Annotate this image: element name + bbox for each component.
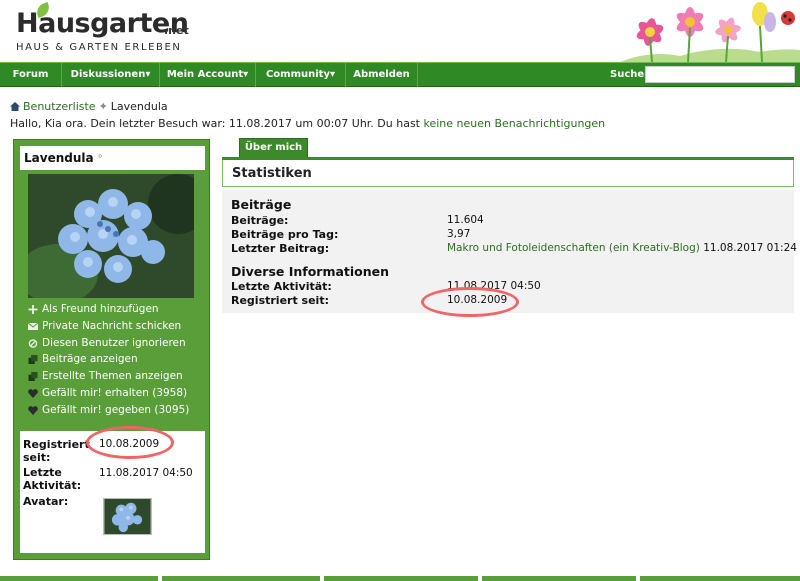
like-received-icon	[28, 389, 38, 398]
posts-count-label: Beiträge:	[231, 214, 289, 227]
nav-diskussionen-label: Diskussionen	[70, 69, 146, 80]
posts-per-day-value: 3,97	[447, 228, 471, 240]
nav-abmelden[interactable]: Abmelden	[346, 63, 418, 87]
likes-given-link[interactable]: Gefällt mir! gegeben (3095)	[26, 402, 206, 419]
registered-label: Registriert seit:	[23, 438, 90, 464]
nav-community[interactable]: Community▾	[256, 63, 346, 87]
action-label: Als Freund hinzufügen	[42, 303, 159, 315]
posts-icon	[28, 355, 38, 365]
nav-community-label: Community	[265, 69, 330, 80]
last-activity-label: Letzte Aktivität:	[23, 466, 82, 492]
profile-actions: Als Freund hinzufügen Private Nachricht …	[26, 301, 206, 419]
statistics-header: Statistiken	[222, 160, 794, 187]
greeting-text: Hallo, Kia ora. Dein letzter Besuch war:…	[10, 117, 424, 130]
action-label: Gefällt mir! erhalten (3958)	[42, 386, 188, 399]
online-status-icon: °	[97, 154, 103, 165]
action-label: Diesen Benutzer ignorieren	[42, 336, 186, 349]
show-posts-link[interactable]: Beiträge anzeigen	[26, 351, 206, 368]
registered-label: Registriert seit:	[231, 294, 329, 307]
avatar[interactable]	[103, 498, 152, 535]
logo-wordmark: Hausgarten	[16, 8, 189, 39]
breadcrumb-current: Lavendula	[110, 100, 168, 113]
like-given-icon	[28, 405, 38, 415]
nav-mein-account-label: Mein Account	[166, 69, 244, 80]
likes-received-link[interactable]: Gefällt mir! erhalten (3958)	[26, 385, 206, 402]
breadcrumb-benutzerliste[interactable]: Benutzerliste	[23, 100, 96, 113]
footer-strip	[482, 576, 636, 581]
nav-diskussionen[interactable]: Diskussionen▾	[62, 63, 160, 87]
block-icon	[28, 338, 38, 348]
avatar-label: Avatar:	[23, 495, 69, 508]
last-activity-label: Letzte Aktivität:	[231, 280, 332, 293]
plus-icon	[28, 305, 38, 314]
footer-strip	[162, 576, 320, 581]
chevron-down-icon: ▾	[329, 69, 336, 80]
profile-username: Lavendula	[24, 151, 94, 165]
last-post-value: Makro und Fotoleidenschaften (ein Kreati…	[447, 242, 797, 254]
welcome-message: Hallo, Kia ora. Dein letzter Besuch war:…	[10, 117, 605, 130]
action-label: Private Nachricht schicken	[42, 319, 182, 332]
profile-photo[interactable]	[28, 174, 194, 298]
footer-strip	[640, 576, 800, 581]
profile-sidebar: Lavendula ° Als Freund hinzufügen Privat…	[13, 139, 210, 560]
envelope-icon	[28, 322, 38, 330]
site-logo[interactable]: Hausgarten .net HAUS & GARTEN ERLEBEN	[14, 1, 214, 56]
show-threads-link[interactable]: Erstellte Themen anzeigen	[26, 368, 206, 385]
highlight-oval	[421, 287, 519, 317]
last-post-label: Letzter Beitrag:	[231, 242, 330, 255]
nav-mein-account[interactable]: Mein Account▾	[160, 63, 256, 87]
home-icon[interactable]	[10, 102, 20, 111]
logo-suffix: .net	[164, 24, 189, 37]
flowers-banner-image	[610, 0, 800, 62]
footer-strip	[324, 576, 478, 581]
action-label: Gefällt mir! gegeben (3095)	[42, 403, 190, 416]
main-navigation: Forum Diskussionen▾ Mein Account▾ Commun…	[0, 62, 800, 87]
footer-strip	[0, 576, 158, 581]
misc-section-title: Diverse Informationen	[231, 264, 390, 279]
action-label: Erstellte Themen anzeigen	[42, 370, 183, 383]
last-post-link[interactable]: Makro und Fotoleidenschaften (ein Kreati…	[447, 242, 700, 254]
logo-tagline: HAUS & GARTEN ERLEBEN	[16, 42, 182, 53]
breadcrumb: Benutzerliste ✦ Lavendula	[10, 100, 168, 114]
profile-name-box: Lavendula °	[20, 146, 205, 170]
notifications-link[interactable]: keine neuen Benachrichtigungen	[424, 117, 606, 130]
last-activity-value: 11.08.2017 04:50	[99, 467, 193, 479]
chevron-down-icon: ▾	[145, 69, 151, 80]
chevron-down-icon: ▾	[243, 69, 249, 80]
posts-section-title: Beiträge	[231, 197, 292, 212]
last-post-date: 11.08.2017 01:24	[703, 242, 797, 254]
highlight-oval	[86, 426, 174, 459]
private-message-link[interactable]: Private Nachricht schicken	[26, 318, 206, 335]
posts-per-day-label: Beiträge pro Tag:	[231, 228, 339, 241]
breadcrumb-separator-icon: ✦	[98, 100, 108, 113]
add-friend-link[interactable]: Als Freund hinzufügen	[26, 301, 206, 318]
tab-ueber-mich[interactable]: Über mich	[239, 138, 308, 158]
nav-forum[interactable]: Forum	[0, 63, 62, 87]
threads-icon	[28, 372, 38, 382]
ignore-user-link[interactable]: Diesen Benutzer ignorieren	[26, 335, 206, 352]
posts-count-value: 11.604	[447, 214, 484, 226]
search-input[interactable]	[645, 66, 795, 83]
action-label: Beiträge anzeigen	[42, 353, 138, 366]
site-header: Hausgarten .net HAUS & GARTEN ERLEBEN	[0, 0, 800, 62]
statistics-title: Statistiken	[232, 166, 312, 181]
